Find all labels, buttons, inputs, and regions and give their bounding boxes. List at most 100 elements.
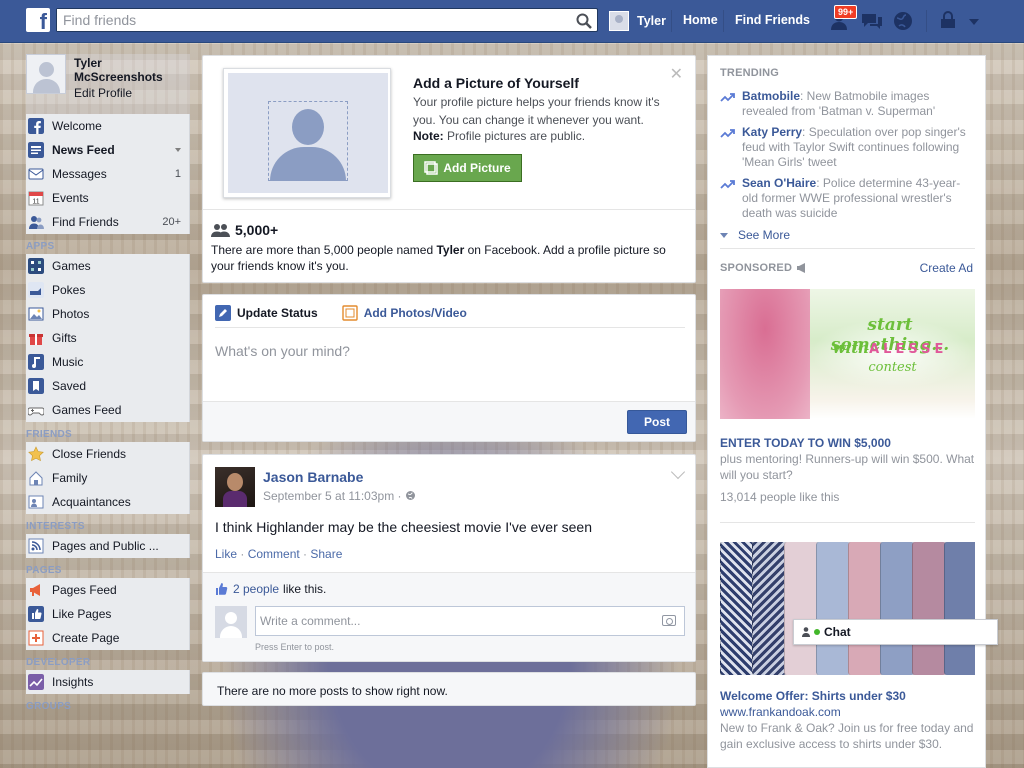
post-meta: September 5 at 11:03pm ·: [263, 489, 416, 503]
section-header-friends[interactable]: FRIENDS: [26, 422, 190, 442]
chat-tab[interactable]: Chat: [793, 619, 998, 645]
profile-picture-placeholder[interactable]: [223, 68, 391, 198]
search-input[interactable]: [57, 9, 557, 31]
nav-item-games-feed[interactable]: Games Feed: [26, 398, 189, 422]
nav-item-pages-and-public[interactable]: Pages and Public ...: [26, 534, 189, 558]
share-link[interactable]: Share: [310, 547, 342, 561]
section-header-interests[interactable]: INTERESTS: [26, 514, 190, 534]
trending-topic[interactable]: Batmobile: [742, 89, 800, 103]
nav-item-family[interactable]: Family: [26, 466, 189, 490]
pages-nav: Pages Feed Like Pages Create Page: [26, 578, 190, 650]
see-more-label: See More: [738, 228, 791, 242]
nav-item-saved[interactable]: Saved: [26, 374, 189, 398]
chevron-down-icon[interactable]: [175, 148, 181, 152]
post-button[interactable]: Post: [627, 410, 687, 434]
create-ad-link[interactable]: Create Ad: [920, 261, 973, 275]
profile-name[interactable]: Tyler McScreenshots: [74, 56, 184, 84]
status-input[interactable]: What's on your mind?: [215, 343, 350, 359]
nav-item-label: Games: [52, 259, 91, 273]
author-name[interactable]: Jason Barnabe: [263, 469, 363, 485]
nav-item-photos[interactable]: Photos: [26, 302, 189, 326]
nav-item-label: Close Friends: [52, 447, 127, 461]
like-link[interactable]: Like: [215, 547, 237, 561]
ad-image-shirts[interactable]: [720, 542, 975, 675]
close-icon[interactable]: ✕: [670, 64, 683, 84]
controller-icon: [28, 407, 44, 416]
commenter-avatar: [215, 606, 247, 638]
camera-icon: [341, 305, 358, 321]
ad-likes: 13,014 people like this: [720, 490, 840, 504]
nav-item-close-friends[interactable]: Close Friends: [26, 442, 189, 466]
section-header-groups[interactable]: GROUPS: [26, 694, 190, 714]
rss-icon: [28, 538, 44, 554]
nav-item-pokes[interactable]: Pokes: [26, 278, 189, 302]
search-icon[interactable]: [575, 12, 593, 30]
people-count: 5,000+: [211, 222, 278, 238]
trending-item[interactable]: Sean O'Haire: Police determine 43-year-o…: [720, 176, 975, 221]
nav-item-create-page[interactable]: Create Page: [26, 626, 189, 650]
nav-item-label: Insights: [52, 675, 94, 689]
nav-item-label: Find Friends: [52, 215, 119, 229]
card-title: Add a Picture of Yourself: [413, 75, 579, 91]
chevron-down-icon[interactable]: [966, 10, 982, 32]
nav-item-label: Acquaintances: [52, 495, 131, 509]
nav-item-count: 1: [174, 168, 181, 180]
post-timestamp[interactable]: September 5 at 11:03pm: [263, 489, 394, 503]
comment-input[interactable]: [256, 607, 636, 635]
globe-icon[interactable]: [405, 490, 416, 501]
likes-count-link[interactable]: 2 people: [233, 582, 279, 596]
trending-topic[interactable]: Katy Perry: [742, 125, 802, 139]
privacy-lock-icon[interactable]: [938, 10, 962, 32]
nav-item-acquaintances[interactable]: Acquaintances: [26, 490, 189, 514]
divider: [926, 10, 927, 32]
edit-profile-link[interactable]: Edit Profile: [74, 86, 132, 100]
find-friends-link[interactable]: Find Friends: [735, 13, 810, 27]
trending-topic[interactable]: Sean O'Haire: [742, 176, 816, 190]
author-avatar[interactable]: [215, 467, 255, 507]
divider: [671, 10, 672, 32]
nav-item-events[interactable]: 11 Events: [26, 186, 189, 210]
section-header-pages[interactable]: PAGES: [26, 558, 190, 578]
nav-item-label: Pages Feed: [52, 583, 117, 597]
ad-title[interactable]: ENTER TODAY TO WIN $5,000: [720, 436, 891, 450]
globe-icon[interactable]: [891, 10, 915, 32]
megaphone-icon: [30, 584, 40, 596]
nav-item-find-friends[interactable]: Find Friends 20+: [26, 210, 189, 234]
nav-item-insights[interactable]: Insights: [26, 670, 189, 694]
profile-avatar[interactable]: [26, 54, 66, 94]
tab-add-photos-video[interactable]: Add Photos/Video: [341, 305, 467, 321]
nav-item-like-pages[interactable]: Like Pages: [26, 602, 189, 626]
facebook-logo-icon[interactable]: f: [26, 8, 50, 32]
section-header-apps[interactable]: APPS: [26, 234, 190, 254]
section-header-developer[interactable]: DEVELOPER: [26, 650, 190, 670]
nav-item-label: Photos: [52, 307, 90, 321]
feed-story: Jason Barnabe September 5 at 11:03pm · I…: [202, 454, 696, 662]
nav-item-messages[interactable]: Messages 1: [26, 162, 189, 186]
trending-header: TRENDING: [720, 67, 780, 79]
ad-image-with: with: [832, 339, 870, 357]
profile-link[interactable]: Tyler: [609, 11, 666, 31]
messages-icon[interactable]: [860, 10, 884, 32]
trending-item[interactable]: Katy Perry: Speculation over pop singer'…: [720, 125, 975, 170]
nav-item-welcome[interactable]: Welcome: [26, 114, 189, 138]
chevron-down-icon[interactable]: [670, 464, 686, 480]
ad-url[interactable]: www.frankandoak.com: [720, 705, 841, 719]
nav-item-gifts[interactable]: Gifts: [26, 326, 189, 350]
nav-item-pages-feed[interactable]: Pages Feed: [26, 578, 189, 602]
tab-label: Add Photos/Video: [363, 306, 467, 320]
desc-name: Tyler: [436, 243, 465, 257]
camera-icon[interactable]: [662, 615, 676, 626]
home-link[interactable]: Home: [683, 13, 718, 27]
ad-title[interactable]: Welcome Offer: Shirts under $30: [720, 689, 906, 703]
tab-update-status[interactable]: Update Status: [215, 305, 318, 321]
see-more-link[interactable]: See More: [720, 228, 790, 242]
add-picture-button[interactable]: Add Picture: [413, 154, 522, 182]
add-page-icon: [28, 630, 44, 646]
nav-item-music[interactable]: Music: [26, 350, 189, 374]
ad-image-alesse[interactable]: start something... withALESSE contest: [720, 289, 975, 419]
comment-link[interactable]: Comment: [248, 547, 300, 561]
trending-item[interactable]: Batmobile: New Batmobile images revealed…: [720, 89, 975, 119]
nav-item-games[interactable]: Games: [26, 254, 189, 278]
ad-image-text: withALESSE: [810, 339, 970, 357]
nav-item-news-feed[interactable]: News Feed: [26, 138, 189, 162]
